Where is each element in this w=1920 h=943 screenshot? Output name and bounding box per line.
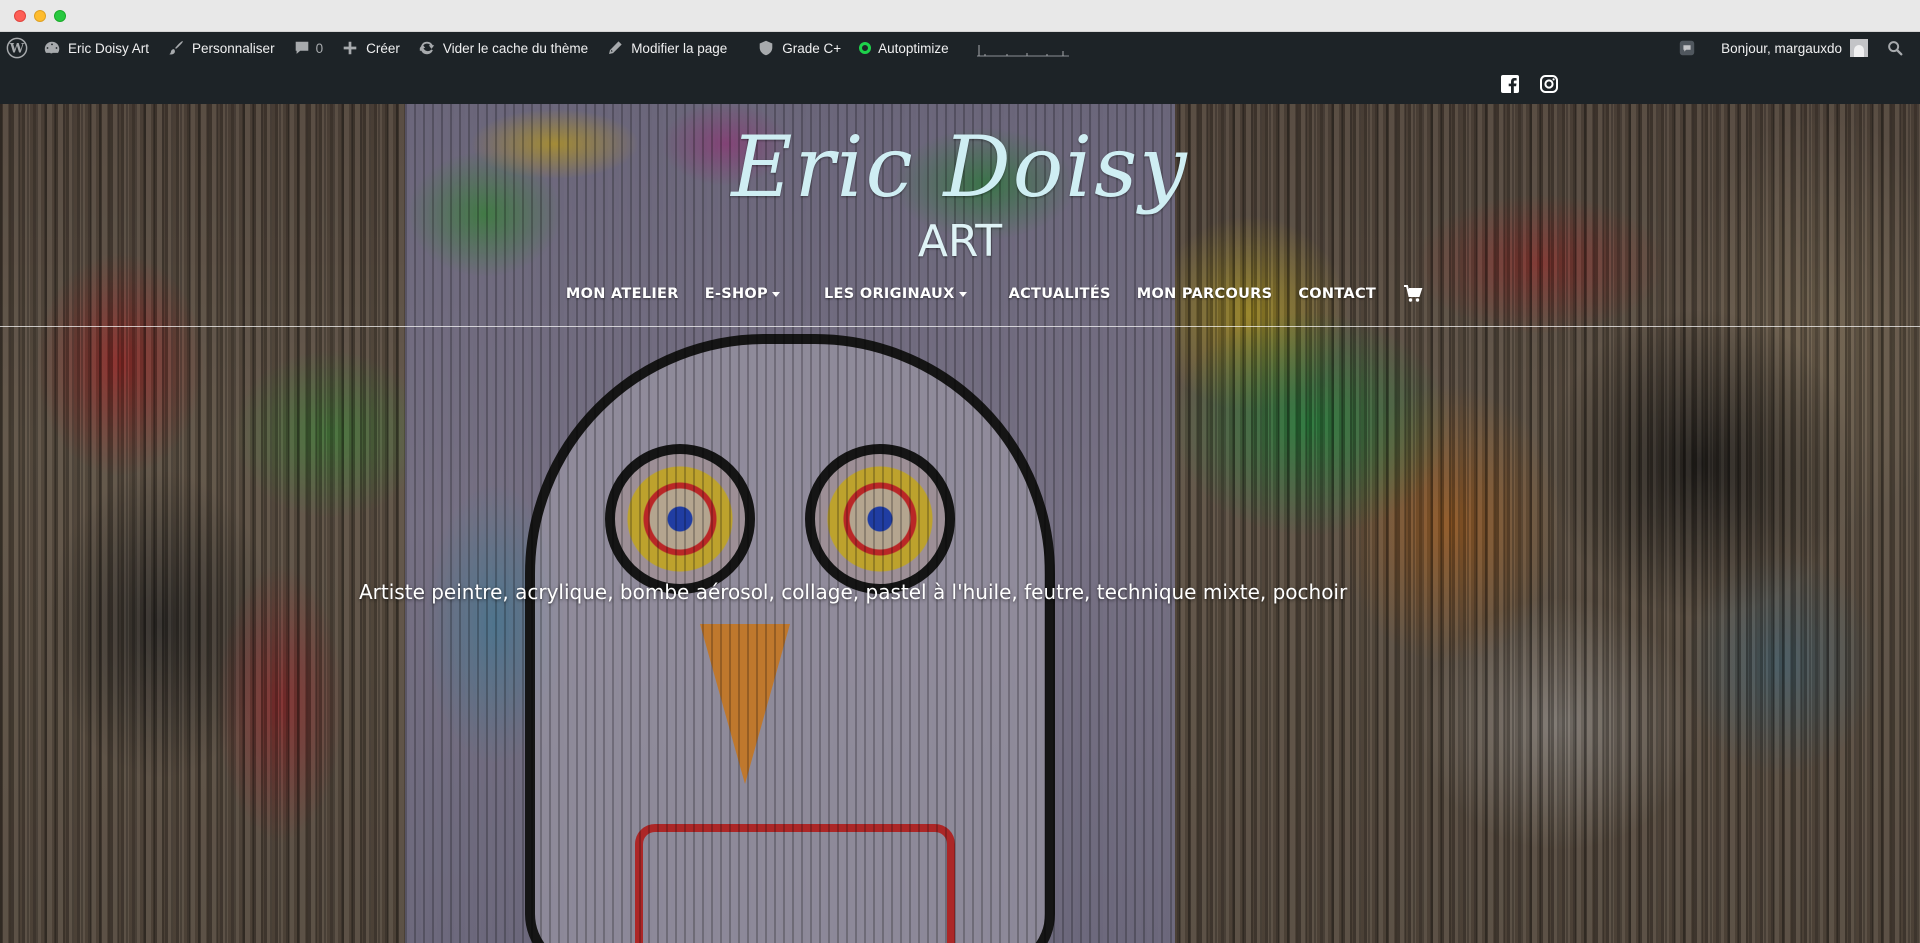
hero-banner: Eric Doisy ART MON ATELIER E-SHOP LES OR… xyxy=(0,104,1920,943)
comments-count: 0 xyxy=(315,40,324,56)
nav-item-les-originaux[interactable]: LES ORIGINAUX xyxy=(811,286,980,302)
caret-down-icon xyxy=(958,291,967,297)
edit-page-label: Modifier la page xyxy=(631,40,728,56)
hero-tagline: Artiste peintre, acrylique, bombe aéroso… xyxy=(359,580,1348,604)
avatar xyxy=(1850,39,1868,57)
window-titlebar xyxy=(0,0,1920,32)
nav-item-actualites[interactable]: ACTUALITÉS xyxy=(996,286,1124,302)
customize-label: Personnaliser xyxy=(192,40,275,56)
pencil-icon xyxy=(606,39,624,57)
sparkline-graph xyxy=(976,45,1069,57)
clear-cache-label: Vider le cache du thème xyxy=(442,40,589,56)
instagram-icon xyxy=(1540,75,1558,93)
security-grade-link[interactable]: Grade C+ xyxy=(748,32,850,64)
site-name-label: Eric Doisy Art xyxy=(68,40,150,56)
autoptimize-status-icon xyxy=(859,42,872,54)
create-label: Créer xyxy=(366,40,400,56)
site-logo-subtitle[interactable]: ART xyxy=(860,216,1060,267)
shield-icon xyxy=(757,39,775,57)
autoptimize-label: Autoptimize xyxy=(878,40,949,56)
nav-item-mon-atelier[interactable]: MON ATELIER xyxy=(553,286,692,302)
site-name-menu[interactable]: Eric Doisy Art xyxy=(34,32,158,64)
plus-icon xyxy=(341,39,359,57)
search-button[interactable] xyxy=(1877,32,1920,64)
account-menu[interactable]: Bonjour, margauxdo xyxy=(1712,32,1877,64)
caret-down-icon xyxy=(772,291,780,297)
nav-label: LES ORIGINAUX xyxy=(824,286,955,302)
dashboard-icon xyxy=(43,39,61,57)
comment-icon xyxy=(293,39,311,57)
nav-label: E-SHOP xyxy=(704,286,768,302)
wp-admin-bar: W Eric Doisy Art Personnaliser 0 Créer V… xyxy=(0,32,1920,64)
site-logo-title[interactable]: Eric Doisy xyxy=(710,118,1210,216)
nav-item-e-shop[interactable]: E-SHOP xyxy=(692,286,793,302)
wordpress-icon: W xyxy=(6,37,28,59)
brush-icon xyxy=(167,39,185,57)
svg-text:W: W xyxy=(9,42,25,57)
facebook-icon xyxy=(1501,75,1519,93)
maximize-window-button[interactable] xyxy=(54,10,66,22)
nav-label: ACTUALITÉS xyxy=(1008,286,1111,302)
search-icon xyxy=(1886,39,1904,57)
main-navigation: MON ATELIER E-SHOP LES ORIGINAUX ACTUALI… xyxy=(0,274,1920,314)
facebook-link[interactable] xyxy=(1500,74,1520,94)
notification-button[interactable] xyxy=(1669,32,1712,64)
nav-item-mon-parcours[interactable]: MON PARCOURS xyxy=(1124,286,1286,302)
clear-cache-link[interactable]: Vider le cache du thème xyxy=(409,32,597,64)
create-menu[interactable]: Créer xyxy=(332,32,409,64)
minimize-window-button[interactable] xyxy=(34,10,46,22)
security-grade-label: Grade C+ xyxy=(782,40,842,56)
cart-icon xyxy=(1404,285,1423,302)
notification-icon xyxy=(1678,39,1696,57)
nav-label: MON ATELIER xyxy=(565,286,679,302)
edit-page-link[interactable]: Modifier la page xyxy=(597,32,736,64)
comments-link[interactable]: 0 xyxy=(284,32,333,64)
refresh-icon xyxy=(418,39,436,57)
greeting-label: Bonjour, margauxdo xyxy=(1721,40,1842,56)
social-topbar xyxy=(0,64,1920,104)
performance-sparkline[interactable] xyxy=(958,32,1078,64)
autoptimize-menu[interactable]: Autoptimize xyxy=(850,32,958,64)
header-divider xyxy=(0,326,1920,327)
wp-logo-menu[interactable]: W xyxy=(0,32,34,64)
instagram-link[interactable] xyxy=(1539,74,1559,94)
nav-item-contact[interactable]: CONTACT xyxy=(1285,286,1389,302)
cart-button[interactable] xyxy=(1389,285,1437,303)
nav-label: MON PARCOURS xyxy=(1136,286,1273,302)
customize-link[interactable]: Personnaliser xyxy=(158,32,284,64)
nav-label: CONTACT xyxy=(1298,286,1377,302)
close-window-button[interactable] xyxy=(14,10,26,22)
